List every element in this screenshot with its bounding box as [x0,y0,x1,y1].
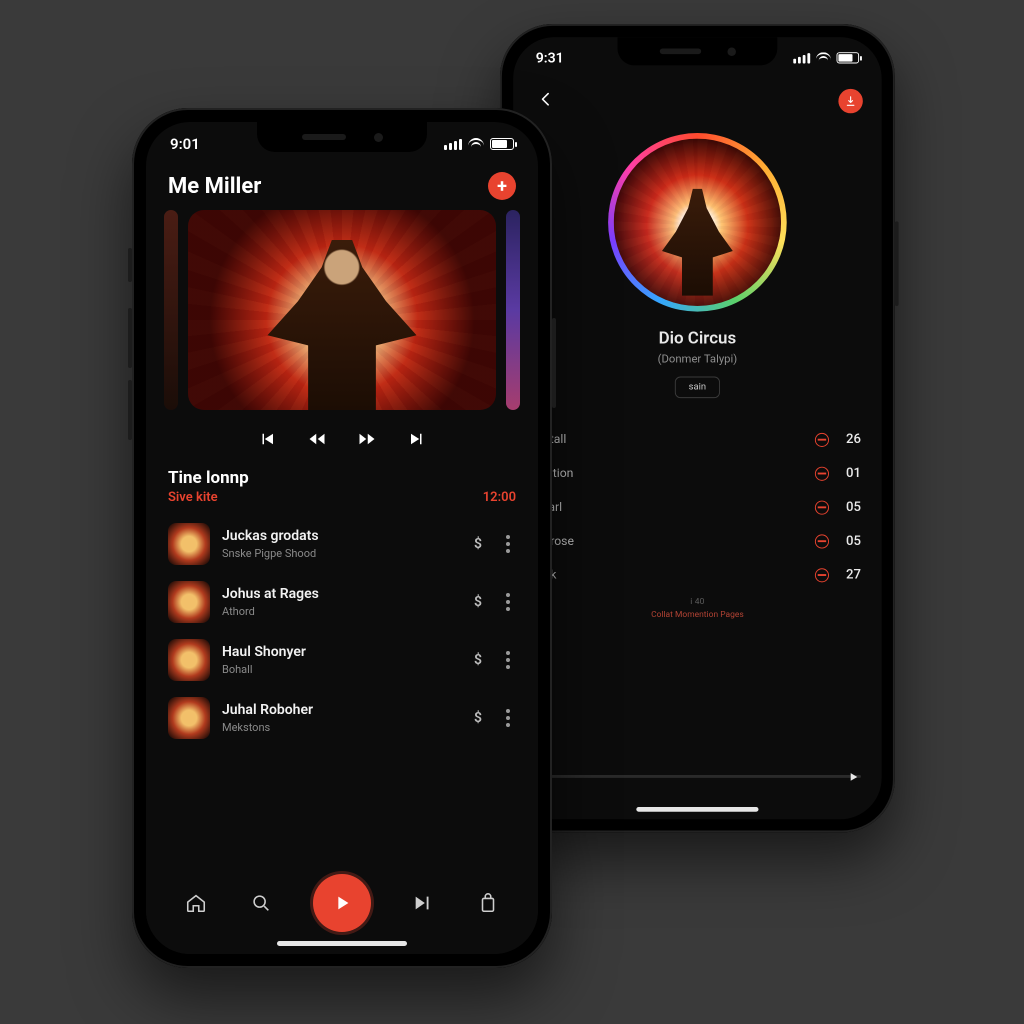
add-button[interactable]: + [488,172,516,200]
track-thumb [168,581,210,623]
stage: 9:31 Dio Circus [0,0,1024,1024]
mini-play-button[interactable] [844,767,863,786]
status-time: 9:31 [536,49,564,66]
detail-track-row[interactable]: dziition 01 [534,456,861,490]
transport-controls [146,410,538,460]
album-art-ring [608,133,787,312]
download-button[interactable] [838,89,862,113]
track-row[interactable]: Juhal Roboher Mekstons $ [160,689,524,747]
progress-slider[interactable] [534,775,861,778]
track-subtitle: Bohall [222,663,456,676]
section-subline: Sive kite 12:00 [146,490,538,515]
restricted-icon [815,432,829,446]
screen-detail: 9:31 Dio Circus [513,37,881,819]
battery-icon [837,52,860,63]
track-thumb [168,697,210,739]
detail-track-row[interactable]: ularose 05 [534,524,861,558]
signal-icon [793,52,810,63]
restricted-icon [815,568,829,582]
battery-icon [490,138,514,150]
home-nav-button[interactable] [183,890,209,916]
wifi-icon [816,52,831,63]
phone-home: 9:01 Me Miller + [132,108,552,968]
track-row[interactable]: Johus at Rages Athord $ [160,573,524,631]
hero-figure [257,240,426,410]
track-list: Juckas grodats Snske Pigpe Shood $ Johus… [146,515,538,747]
home-indicator [636,807,758,812]
detail-track-num: 27 [838,567,861,582]
section-title: Tine lonnp [146,460,538,490]
detail-track-row[interactable]: lastall 26 [534,423,861,457]
more-button[interactable] [500,529,516,559]
detail-track-num: 01 [838,466,861,481]
search-nav-button[interactable] [248,890,274,916]
restricted-icon [815,500,829,514]
tag-chip[interactable]: sain [675,377,721,399]
home-indicator [277,941,407,946]
home-header: Me Miller + [146,166,538,210]
section-sub-right: 12:00 [483,490,516,505]
notch [618,37,778,65]
detail-track-row[interactable]: Julk 27 [534,558,861,592]
rewind-button[interactable] [304,426,330,452]
notch [257,122,427,152]
track-subtitle: Snske Pigpe Shood [222,547,456,560]
album-subtitle: (Donmer Talypi) [658,352,738,365]
page-title: Me Miller [168,174,261,199]
detail-track-num: 05 [838,533,861,548]
hero-peek-left[interactable] [164,210,178,410]
library-nav-button[interactable] [475,890,501,916]
album-section: Dio Circus (Donmer Talypi) sain [513,124,881,406]
detail-track-num: 05 [838,500,861,515]
hero-peek-right[interactable] [506,210,520,410]
track-title: Johus at Rages [222,586,456,603]
signal-icon [444,138,462,150]
more-button[interactable] [500,703,516,733]
price-icon[interactable]: $ [468,594,488,610]
phone-detail: 9:31 Dio Circus [500,24,895,832]
restricted-icon [815,466,829,480]
next-track-button[interactable] [404,426,430,452]
status-icons [444,138,514,150]
track-title: Juckas grodats [222,528,456,545]
album-art[interactable] [614,139,781,306]
forward-button[interactable] [354,426,380,452]
restricted-icon [815,534,829,548]
track-subtitle: Mekstons [222,721,456,734]
track-title: Juhal Roboher [222,702,456,719]
prev-track-button[interactable] [254,426,280,452]
track-thumb [168,523,210,565]
price-icon[interactable]: $ [468,652,488,668]
skip-nav-button[interactable] [410,890,436,916]
detail-track-row[interactable]: Dearl 05 [534,490,861,524]
progress-area [534,775,861,778]
screen-home: 9:01 Me Miller + [146,122,538,954]
back-button[interactable] [532,84,560,118]
track-row[interactable]: Juckas grodats Snske Pigpe Shood $ [160,515,524,573]
wifi-icon [468,138,484,150]
status-icons [793,52,859,63]
price-icon[interactable]: $ [468,536,488,552]
detail-meta-small: i 40 [534,597,861,606]
status-time: 9:01 [170,135,200,153]
hero-card[interactable] [188,210,496,410]
detail-track-list: lastall 26 dziition 01 Dearl 05 ularose … [513,406,881,620]
price-icon[interactable]: $ [468,710,488,726]
more-button[interactable] [500,645,516,675]
more-button[interactable] [500,587,516,617]
hero-carousel[interactable] [146,210,538,410]
track-subtitle: Athord [222,605,456,618]
detail-meta-caption: Collat Momention Pages [534,611,861,620]
section-sub-left[interactable]: Sive kite [168,490,218,505]
detail-header [513,79,881,124]
track-row[interactable]: Haul Shonyer Bohall $ [160,631,524,689]
track-title: Haul Shonyer [222,644,456,661]
play-fab-button[interactable] [313,874,371,932]
album-title: Dio Circus [659,329,737,349]
detail-track-num: 26 [838,432,861,447]
track-thumb [168,639,210,681]
